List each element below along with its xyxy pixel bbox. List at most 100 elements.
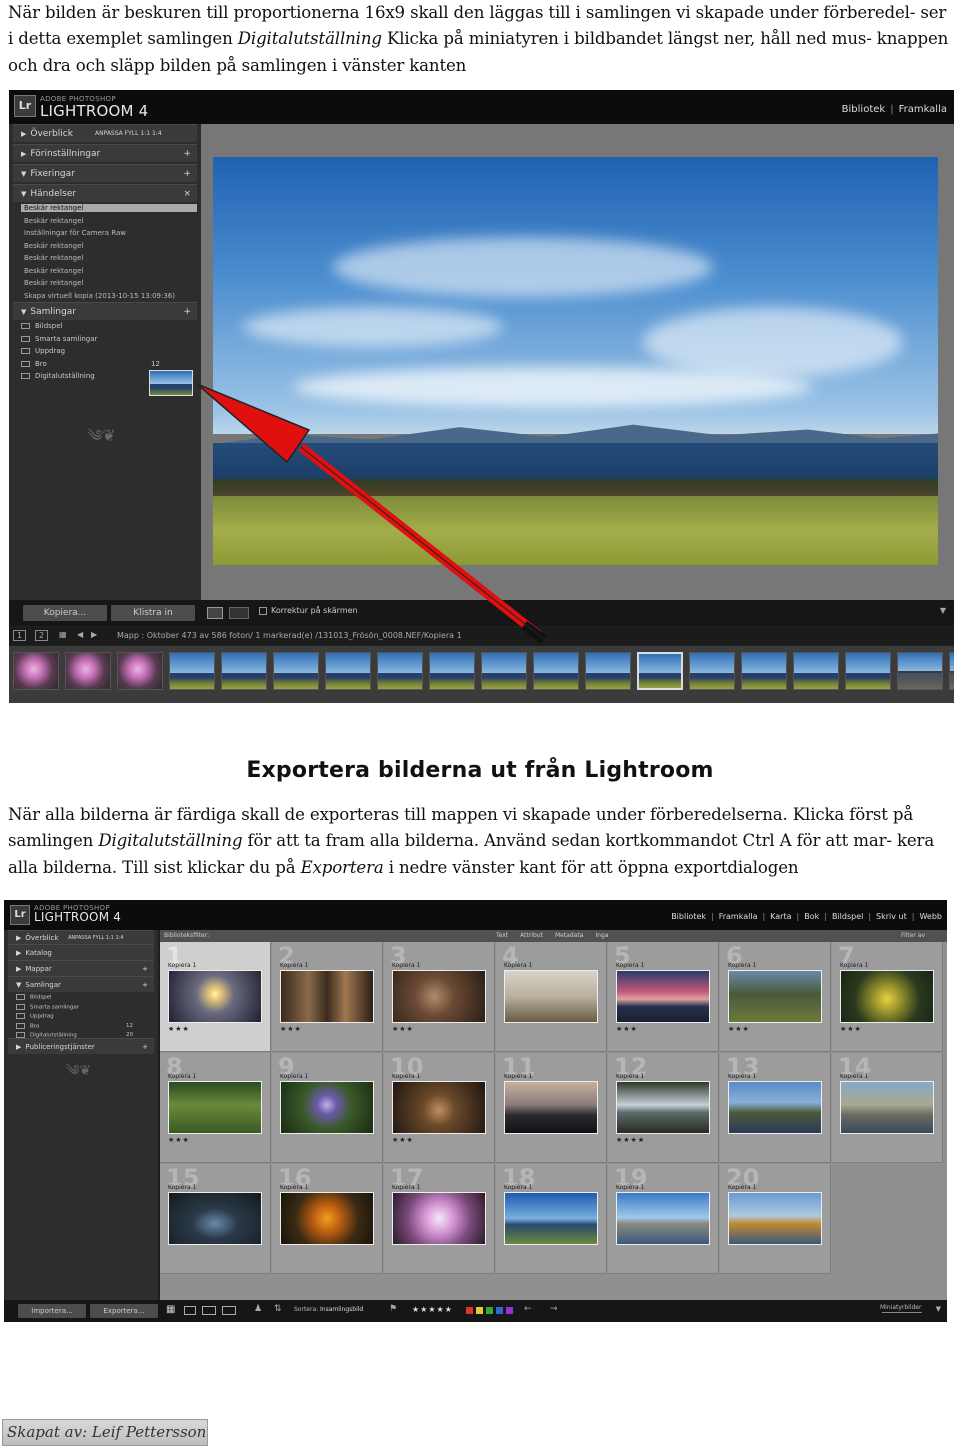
color-label-green[interactable] (486, 1307, 493, 1314)
add-icon[interactable]: + (142, 961, 148, 977)
cell-photo[interactable] (616, 1081, 710, 1134)
grid-cell[interactable]: 6 Kopiera 1 ★★★ (720, 942, 831, 1052)
cell-photo[interactable] (392, 1192, 486, 1245)
filter-tab[interactable]: Text (496, 932, 508, 939)
import-button[interactable]: Importera... (18, 1304, 86, 1318)
cell-photo[interactable] (616, 1192, 710, 1245)
module-bildspel[interactable]: Bildspel (827, 912, 868, 921)
grid-cell[interactable]: 18 Kopiera 1 (496, 1164, 607, 1274)
panel-collections[interactable]: ▼ Samlingar + (8, 976, 154, 992)
collection-item[interactable]: Smarta samlingar (16, 1003, 156, 1010)
library-toolbar: Importera... Exportera... ▦ ♟ ⇅ Sortera:… (4, 1300, 947, 1322)
thumbnail-size-label: Miniatyrbilder (880, 1304, 922, 1311)
rating-stars[interactable]: ★★★★★ (412, 1305, 453, 1314)
cell-photo[interactable] (616, 970, 710, 1023)
back-arrow-icon[interactable]: ← (524, 1304, 532, 1314)
cell-caption: Kopiera 1 (168, 1073, 197, 1080)
cell-photo[interactable] (504, 1081, 598, 1134)
grid-cell[interactable]: 13 Kopiera 1 (720, 1053, 831, 1163)
color-label-yellow[interactable] (476, 1307, 483, 1314)
toolbar-menu-icon[interactable]: ▼ (936, 1305, 941, 1313)
module-bok[interactable]: Bok (799, 912, 824, 921)
grid-cell[interactable]: 19 Kopiera 1 (608, 1164, 719, 1274)
collection-item[interactable]: Bildspel (16, 994, 156, 1001)
cell-photo[interactable] (840, 1081, 934, 1134)
cell-photo[interactable] (280, 1081, 374, 1134)
sort-direction-icon[interactable]: ⇅ (274, 1304, 282, 1314)
grid-cell[interactable]: 12 Kopiera 1 ★★★★ (608, 1053, 719, 1163)
panel-catalog[interactable]: ▶ Katalog (8, 944, 154, 960)
cell-photo[interactable] (504, 970, 598, 1023)
color-label-red[interactable] (466, 1307, 473, 1314)
cell-photo[interactable] (168, 1081, 262, 1134)
cell-photo[interactable] (280, 1192, 374, 1245)
grid-cell[interactable]: 10 Kopiera 1 ★★★ (384, 1053, 495, 1163)
module-skriv-ut[interactable]: Skriv ut (871, 912, 912, 921)
compare-view-icon[interactable] (202, 1306, 216, 1315)
panel-navigator[interactable]: ▶ Överblick ANPASSA FYLL 1:1 1:4 (8, 930, 154, 944)
flag-icon[interactable]: ⚑ (389, 1304, 397, 1314)
grid-cell[interactable]: 14 Kopiera 1 (832, 1053, 943, 1163)
cell-caption: Kopiera 1 (728, 962, 757, 969)
filter-tab[interactable]: Inga (595, 932, 608, 939)
grid-cell[interactable]: 7 Kopiera 1 ★★★ (832, 942, 943, 1052)
cell-photo[interactable] (392, 970, 486, 1023)
grid-cell[interactable]: 15 Kopiera 1 (160, 1164, 271, 1274)
module-framkalla[interactable]: Framkalla (714, 912, 763, 921)
grid-view-icon[interactable]: ▦ (166, 1304, 175, 1315)
folders-label: Mappar (25, 965, 52, 973)
color-label-purple[interactable] (506, 1307, 513, 1314)
cell-photo[interactable] (728, 1192, 822, 1245)
filter-tab[interactable]: Attribut (520, 932, 543, 939)
drag-arrow (196, 383, 547, 644)
add-icon[interactable]: + (142, 1039, 148, 1055)
arrow-head (196, 383, 311, 464)
grid-cell[interactable]: 9 Kopiera 1 (272, 1053, 383, 1163)
filter-preset[interactable]: Filter av (901, 932, 925, 939)
filter-tab[interactable]: Metadata (555, 932, 583, 939)
collection-item[interactable]: Uppdrag (16, 1013, 156, 1020)
cell-photo[interactable] (168, 970, 262, 1023)
left-panel: ▶ Överblick ANPASSA FYLL 1:1 1:4 ▶ Katalog … (4, 930, 158, 1300)
cell-photo[interactable] (728, 970, 822, 1023)
thumbnail-size-slider[interactable] (882, 1312, 922, 1313)
survey-view-icon[interactable] (222, 1306, 236, 1315)
module-bibliotek[interactable]: Bibliotek (666, 912, 711, 921)
cell-photo[interactable] (392, 1081, 486, 1134)
cell-photo[interactable] (504, 1192, 598, 1245)
color-label-blue[interactable] (496, 1307, 503, 1314)
loupe-view-icon[interactable] (184, 1306, 196, 1315)
module-karta[interactable]: Karta (765, 912, 796, 921)
export-button[interactable]: Exportera... (90, 1304, 158, 1318)
collections-label: Samlingar (25, 981, 61, 989)
navigator-zoom-options[interactable]: ANPASSA FYLL 1:1 1:4 (68, 931, 124, 945)
catalog-label: Katalog (25, 949, 52, 957)
grid-cell[interactable]: 11 Kopiera 1 (496, 1053, 607, 1163)
grid-cell[interactable]: 5 Kopiera 1 ★★★ (608, 942, 719, 1052)
forward-arrow-icon[interactable]: → (550, 1304, 558, 1314)
cell-photo[interactable] (728, 1081, 822, 1134)
painter-icon[interactable]: ♟ (254, 1304, 262, 1314)
cell-caption: Kopiera 1 (280, 1184, 309, 1191)
grid-cell[interactable]: 1 Kopiera 1 ★★★ (160, 942, 271, 1052)
grid-cell[interactable]: 8 Kopiera 1 ★★★ (160, 1053, 271, 1163)
add-icon[interactable]: + (142, 977, 148, 993)
panel-folders[interactable]: ▶ Mappar + (8, 960, 154, 976)
grid-cell[interactable]: 4 Kopiera 1 (496, 942, 607, 1052)
grid-cell[interactable]: 2 Kopiera 1 ★★★ (272, 942, 383, 1052)
grid-cell[interactable]: 16 Kopiera 1 (272, 1164, 383, 1274)
cell-rating: ★★★ (392, 1136, 414, 1144)
sort-value[interactable]: Insamlingsbild (320, 1306, 363, 1313)
panel-publish[interactable]: ▶ Publiceringstjänster + (8, 1038, 154, 1054)
grid-cell[interactable]: 17 Kopiera 1 (384, 1164, 495, 1274)
module-webb[interactable]: Webb (914, 912, 947, 921)
cell-caption: Kopiera 1 (728, 1073, 757, 1080)
cell-photo[interactable] (168, 1192, 262, 1245)
cell-photo[interactable] (280, 970, 374, 1023)
cell-caption: Kopiera 1 (616, 1184, 645, 1191)
grid-cell[interactable]: 20 Kopiera 1 (720, 1164, 831, 1274)
cell-photo[interactable] (840, 970, 934, 1023)
grid-cell[interactable]: 3 Kopiera 1 ★★★ (384, 942, 495, 1052)
collection-item[interactable]: Bro 12 (16, 1022, 156, 1029)
cell-caption: Kopiera 1 (504, 1184, 533, 1191)
